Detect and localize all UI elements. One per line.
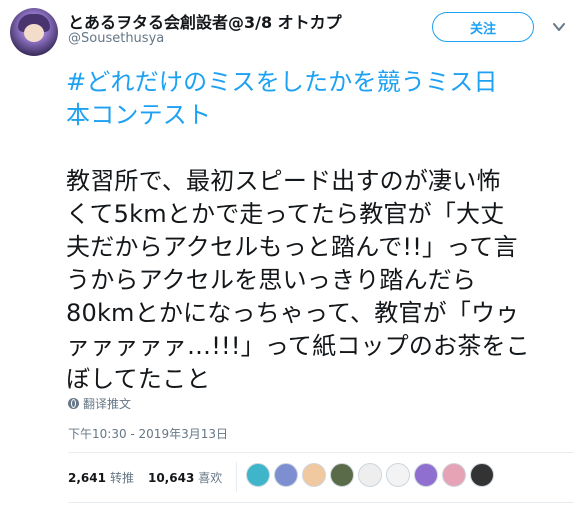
like-stat[interactable]: 10,643 喜欢 — [148, 469, 222, 486]
tweet-timestamp[interactable]: 下午10:30 - 2019年3月13日 — [68, 425, 228, 442]
stats-separator — [236, 462, 237, 492]
liker-avatar[interactable] — [358, 463, 382, 487]
liker-avatar[interactable] — [246, 463, 270, 487]
liker-avatar[interactable] — [414, 463, 438, 487]
globe-icon — [68, 398, 79, 409]
display-name[interactable]: とあるヲタる会創設者@3/8 オトカプ — [68, 9, 342, 33]
divider-bottom — [68, 502, 574, 503]
liker-avatars — [246, 463, 494, 487]
tweet-stats: 2,641 转推 10,643 喜欢 — [68, 469, 236, 486]
like-count: 10,643 — [147, 470, 195, 485]
avatar-face — [24, 24, 44, 42]
liker-avatar[interactable] — [386, 463, 410, 487]
retweet-label: 转推 — [109, 471, 134, 485]
liker-avatar[interactable] — [442, 463, 466, 487]
liker-avatar[interactable] — [302, 463, 326, 487]
tweet-text: #どれだけのミスをしたかを競うミス日 本コンテスト 教習所で、最初スピード出すの… — [66, 66, 566, 396]
retweet-stat[interactable]: 2,641 转推 — [68, 469, 134, 486]
translate-tweet-link[interactable]: 翻译推文 — [68, 395, 131, 412]
chevron-down-icon[interactable] — [552, 20, 566, 34]
follow-button[interactable]: 关注 — [432, 12, 534, 42]
translate-label: 翻译推文 — [83, 397, 132, 411]
retweet-count: 2,641 — [68, 470, 106, 485]
liker-avatar[interactable] — [330, 463, 354, 487]
tweet-body: 教習所で、最初スピード出すのが凄い怖 くて5kmとかで走ってたら教官が「大丈 夫… — [66, 167, 530, 393]
user-handle[interactable]: @Sousethusya — [68, 31, 164, 46]
divider-top — [68, 452, 574, 453]
user-avatar-icon[interactable] — [10, 8, 58, 56]
liker-avatar[interactable] — [274, 463, 298, 487]
liker-avatar[interactable] — [470, 463, 494, 487]
like-label: 喜欢 — [198, 471, 223, 485]
hashtag-link[interactable]: #どれだけのミスをしたかを競うミス日 本コンテスト — [66, 68, 498, 129]
